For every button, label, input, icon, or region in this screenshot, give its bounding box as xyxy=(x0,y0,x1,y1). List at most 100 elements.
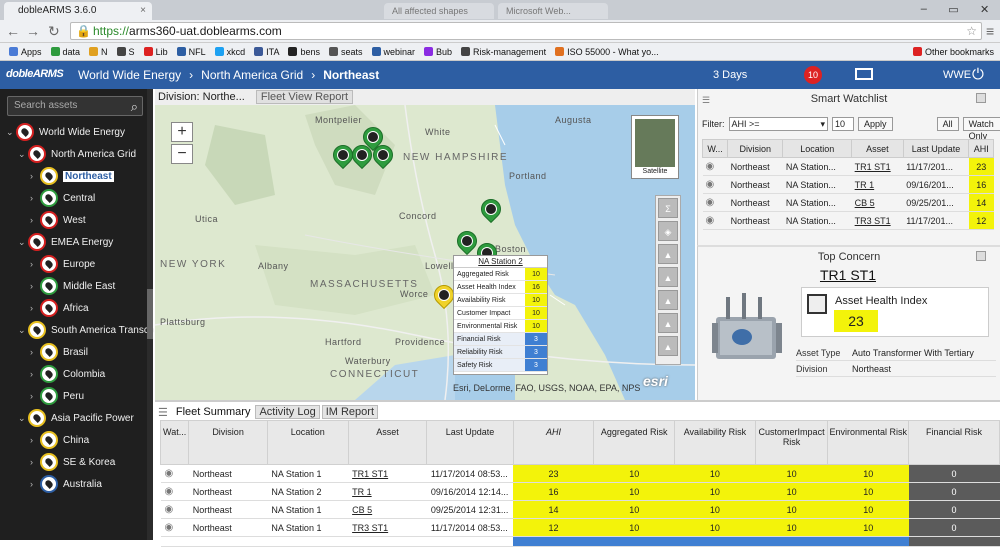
tab-close-icon[interactable]: × xyxy=(140,2,146,20)
tab-activity-log[interactable]: Activity Log xyxy=(255,405,320,419)
bookmark-item[interactable]: webinar xyxy=(371,47,415,57)
maximize-panel-icon[interactable] xyxy=(976,251,986,261)
sidebar-item-africa[interactable]: › Africa xyxy=(30,299,89,317)
maximize-panel-icon[interactable] xyxy=(976,93,986,103)
eye-icon[interactable]: ◉ xyxy=(702,157,728,176)
bookmark-item[interactable]: S xyxy=(116,47,135,57)
bookmark-item[interactable]: Apps xyxy=(9,47,42,57)
maximize-icon[interactable]: ▭ xyxy=(948,3,958,16)
browser-tab-3[interactable]: Microsoft Web... xyxy=(498,3,608,19)
triangle-tool-icon[interactable]: ▲ xyxy=(658,336,678,356)
bookmark-item[interactable]: Other bookmarks xyxy=(912,47,994,57)
breadcrumb-world-wide-energy[interactable]: World Wide Energy xyxy=(78,68,181,82)
map-panel[interactable]: Division: Northe... Fleet View Report + … xyxy=(155,89,695,400)
chevron-icon[interactable]: › xyxy=(30,435,40,445)
bookmark-item[interactable]: Risk-management xyxy=(461,47,546,57)
hamburger-icon[interactable]: ☰ xyxy=(702,95,712,106)
eye-icon[interactable]: ◉ xyxy=(702,211,728,230)
forward-icon[interactable]: → xyxy=(26,23,40,39)
sidebar-item-south-america-transco[interactable]: ⌄ South America Transco xyxy=(18,321,154,339)
zoom-in-button[interactable]: + xyxy=(171,122,193,142)
triangle-tool-icon[interactable]: ▲ xyxy=(658,267,678,287)
eye-icon[interactable]: ◉ xyxy=(160,518,189,537)
column-header[interactable]: CustomerImpact Risk xyxy=(754,420,829,465)
tab-fleet-summary[interactable]: Fleet Summary xyxy=(173,406,254,418)
chevron-icon[interactable]: › xyxy=(30,347,40,357)
cell-asset[interactable]: TR 1 xyxy=(348,482,427,501)
zoom-out-button[interactable]: − xyxy=(171,144,193,164)
sidebar-item-europe[interactable]: › Europe xyxy=(30,255,95,273)
eye-icon[interactable]: ◉ xyxy=(160,482,189,501)
chevron-icon[interactable]: › xyxy=(30,193,40,203)
chevron-icon[interactable]: › xyxy=(30,391,40,401)
hamburger-icon[interactable]: ☰ xyxy=(155,406,171,419)
filter-select[interactable]: AHI >= ▾ xyxy=(728,117,828,131)
time-range-dropdown[interactable]: 3 Days xyxy=(713,69,747,81)
address-bar[interactable]: 🔒 https://arms360-uat.doblearms.com ☆ xyxy=(70,22,982,40)
cell-asset[interactable]: TR 1 xyxy=(851,175,904,194)
apply-button[interactable]: Apply xyxy=(858,117,893,131)
cell-asset[interactable]: TR1 ST1 xyxy=(348,464,427,483)
column-header[interactable]: AHI xyxy=(968,139,994,158)
sidebar-item-northeast[interactable]: › Northeast xyxy=(30,167,114,185)
alarm-badge[interactable]: 10 xyxy=(804,66,822,84)
table-row[interactable]: ◉ Northeast NA Station 1 TR1 ST1 11/17/2014 … xyxy=(160,464,1000,483)
chevron-icon[interactable]: › xyxy=(30,259,40,269)
sidebar-item-asia-pacific-power[interactable]: ⌄ Asia Pacific Power xyxy=(18,409,134,427)
sidebar-item-emea-energy[interactable]: ⌄ EMEA Energy xyxy=(18,233,113,251)
triangle-tool-icon[interactable]: ▲ xyxy=(658,313,678,333)
chevron-icon[interactable]: ⌄ xyxy=(18,149,28,160)
bookmark-item[interactable]: Bub xyxy=(424,47,452,57)
menu-icon[interactable]: ≡ xyxy=(986,23,994,39)
user-menu[interactable]: WWE xyxy=(943,69,971,81)
column-header[interactable]: Wat... xyxy=(159,420,190,465)
chevron-icon[interactable]: › xyxy=(30,303,40,313)
column-header[interactable]: Aggregated Risk xyxy=(593,420,676,465)
bookmark-item[interactable]: Lib xyxy=(143,47,168,57)
fleet-view-report-tab[interactable]: Fleet View Report xyxy=(255,90,354,104)
sidebar-item-china[interactable]: › China xyxy=(30,431,89,449)
table-row[interactable]: ◉ Northeast NA Station... TR 1 09/16/201... 1… xyxy=(702,175,994,194)
sidebar-item-peru[interactable]: › Peru xyxy=(30,387,84,405)
chevron-icon[interactable]: › xyxy=(30,281,40,291)
popup-title[interactable]: NA Station 2 xyxy=(454,256,547,268)
chevron-icon[interactable]: ⌄ xyxy=(18,237,28,248)
eye-icon[interactable]: ◉ xyxy=(702,175,728,194)
sidebar-item-world-wide-energy[interactable]: ⌄ World Wide Energy xyxy=(6,123,125,141)
column-header[interactable]: Availability Risk xyxy=(674,420,756,465)
eye-icon[interactable]: ◉ xyxy=(702,193,728,212)
table-row[interactable]: ◉ Northeast NA Station 1 CB 5 09/25/2014 12:… xyxy=(160,500,1000,519)
layout-icon[interactable] xyxy=(855,68,873,80)
column-header[interactable]: AHI xyxy=(512,420,595,465)
table-row[interactable]: ◉ Northeast NA Station... TR1 ST1 11/17/201.… xyxy=(702,157,994,176)
bookmark-item[interactable]: ISO 55000 - What yo... xyxy=(555,47,659,57)
watch-only-button[interactable]: Watch Only xyxy=(962,117,1000,141)
cell-asset[interactable]: CB 5 xyxy=(851,193,904,212)
chevron-icon[interactable]: › xyxy=(30,457,40,467)
chevron-icon[interactable]: › xyxy=(30,479,40,489)
star-icon[interactable]: ☆ xyxy=(966,23,977,39)
sidebar-item-middle-east[interactable]: › Middle East xyxy=(30,277,115,295)
bookmark-item[interactable]: bens xyxy=(288,47,320,57)
column-header[interactable]: Division xyxy=(188,420,268,465)
bookmark-item[interactable]: N xyxy=(89,47,108,57)
triangle-tool-icon[interactable]: ▲ xyxy=(658,244,678,264)
column-header[interactable]: Environmental Risk xyxy=(827,420,910,465)
layer-tool-icon[interactable]: ◈ xyxy=(658,221,678,241)
sidebar-scroll-thumb[interactable] xyxy=(147,289,153,339)
chevron-icon[interactable]: › xyxy=(30,369,40,379)
column-header[interactable]: Asset xyxy=(347,420,428,465)
table-row[interactable]: ◉ Northeast NA Station... TR3 ST1 11/17/201.… xyxy=(702,211,994,230)
power-icon[interactable]: ⏻ xyxy=(972,66,984,83)
sidebar-item-brasil[interactable]: › Brasil xyxy=(30,343,88,361)
tab-im-report[interactable]: IM Report xyxy=(321,405,378,419)
sidebar-item-west[interactable]: › West xyxy=(30,211,86,229)
search-icon[interactable]: ⌕ xyxy=(131,98,138,116)
column-header[interactable]: Location xyxy=(782,139,853,158)
cell-asset[interactable]: TR3 ST1 xyxy=(348,518,427,537)
column-header[interactable]: Financial Risk xyxy=(908,420,1000,465)
chevron-icon[interactable]: › xyxy=(30,215,40,225)
column-header[interactable]: Last Update xyxy=(902,139,970,158)
bookmark-item[interactable]: data xyxy=(50,47,80,57)
chevron-icon[interactable]: › xyxy=(30,171,40,181)
